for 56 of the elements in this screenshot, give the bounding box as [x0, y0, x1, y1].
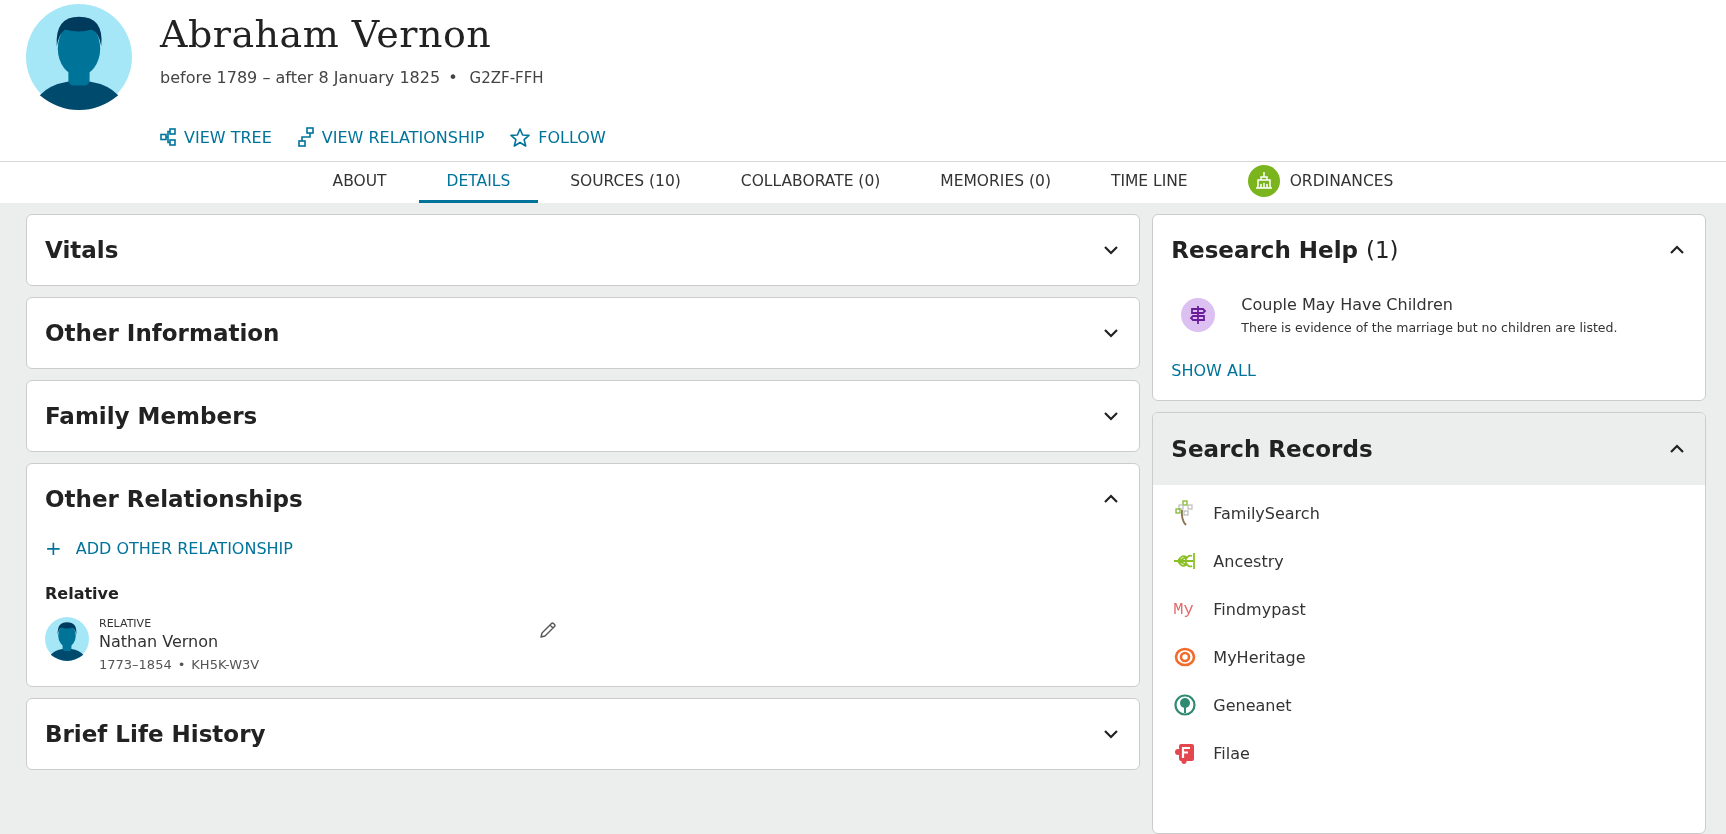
chevron-up-icon[interactable]: [1669, 245, 1685, 255]
tab[interactable]: TIME LINE: [1082, 162, 1216, 203]
action-link[interactable]: VIEW RELATIONSHIP: [321, 127, 485, 147]
show-all-link[interactable]: SHOW ALL: [1171, 361, 1687, 380]
relationship-icon[interactable]: [297, 127, 314, 147]
person-lifespan: before 1789 – after 8 January 1825: [160, 68, 441, 87]
tab[interactable]: MEMORIES (0): [912, 162, 1079, 203]
section-title[interactable]: Family Members: [45, 403, 258, 429]
relationship-role: RELATIVE: [99, 617, 153, 630]
chevron-down-icon[interactable]: [1103, 245, 1120, 255]
tab[interactable]: DETAILS: [418, 162, 539, 203]
chevron-down-icon[interactable]: [1103, 729, 1120, 739]
hint-description: There is evidence of the marriage but no children are listed.: [1241, 320, 1618, 335]
star-icon[interactable]: [510, 127, 531, 147]
edit-icon[interactable]: [539, 621, 557, 639]
person-name: Abraham Vernon: [160, 12, 493, 56]
record-site-link[interactable]: Findmypast: [1213, 599, 1306, 619]
relative-lifespan: 1773–1854: [99, 657, 172, 672]
hint-title[interactable]: Couple May Have Children: [1241, 295, 1618, 314]
record-site-link[interactable]: Geneanet: [1213, 695, 1292, 715]
chevron-down-icon[interactable]: [1103, 411, 1120, 421]
chevron-up-icon[interactable]: [1669, 444, 1685, 454]
tree-icon[interactable]: [160, 128, 176, 146]
findmypast-logo: My: [1173, 599, 1195, 619]
signpost-icon: [1181, 298, 1216, 332]
chevron-up-icon[interactable]: [1103, 494, 1120, 504]
section-title[interactable]: Research Help (1): [1171, 237, 1399, 263]
tab[interactable]: ORDINANCES: [1219, 162, 1422, 203]
tab[interactable]: SOURCES (10): [542, 162, 709, 203]
group-heading: Relative: [45, 584, 120, 603]
section-title[interactable]: Search Records: [1171, 436, 1373, 462]
plus-icon[interactable]: +: [45, 536, 62, 560]
section-title[interactable]: Other Relationships: [45, 486, 303, 512]
separator-dot: •: [448, 68, 458, 87]
relative-id: KH5K-W3V: [191, 657, 260, 672]
action-link[interactable]: FOLLOW: [538, 127, 606, 147]
tab[interactable]: COLLABORATE (0): [712, 162, 909, 203]
separator-dot: •: [177, 657, 186, 672]
tab[interactable]: ABOUT: [304, 162, 415, 203]
record-site-link[interactable]: Ancestry: [1213, 551, 1284, 571]
chevron-down-icon[interactable]: [1103, 328, 1120, 338]
add-relationship-link[interactable]: ADD OTHER RELATIONSHIP: [75, 538, 293, 558]
avatar-silhouette: [45, 617, 89, 661]
temple-icon: [1247, 165, 1280, 197]
leaf-logo-icon: [1173, 552, 1198, 570]
section-title[interactable]: Other Information: [45, 320, 280, 346]
record-site-link[interactable]: Filae: [1213, 743, 1250, 763]
person-id: G2ZF-FFH: [469, 69, 544, 87]
ring-logo-icon: [1173, 647, 1198, 667]
tree-circle-icon: [1173, 694, 1198, 716]
record-site-link[interactable]: FamilySearch: [1213, 503, 1320, 523]
relative-name[interactable]: Nathan Vernon: [99, 632, 529, 651]
section-title[interactable]: Vitals: [45, 237, 119, 263]
section-title[interactable]: Brief Life History: [45, 721, 266, 747]
action-link[interactable]: VIEW TREE: [184, 127, 272, 147]
record-site-link[interactable]: MyHeritage: [1213, 647, 1306, 667]
